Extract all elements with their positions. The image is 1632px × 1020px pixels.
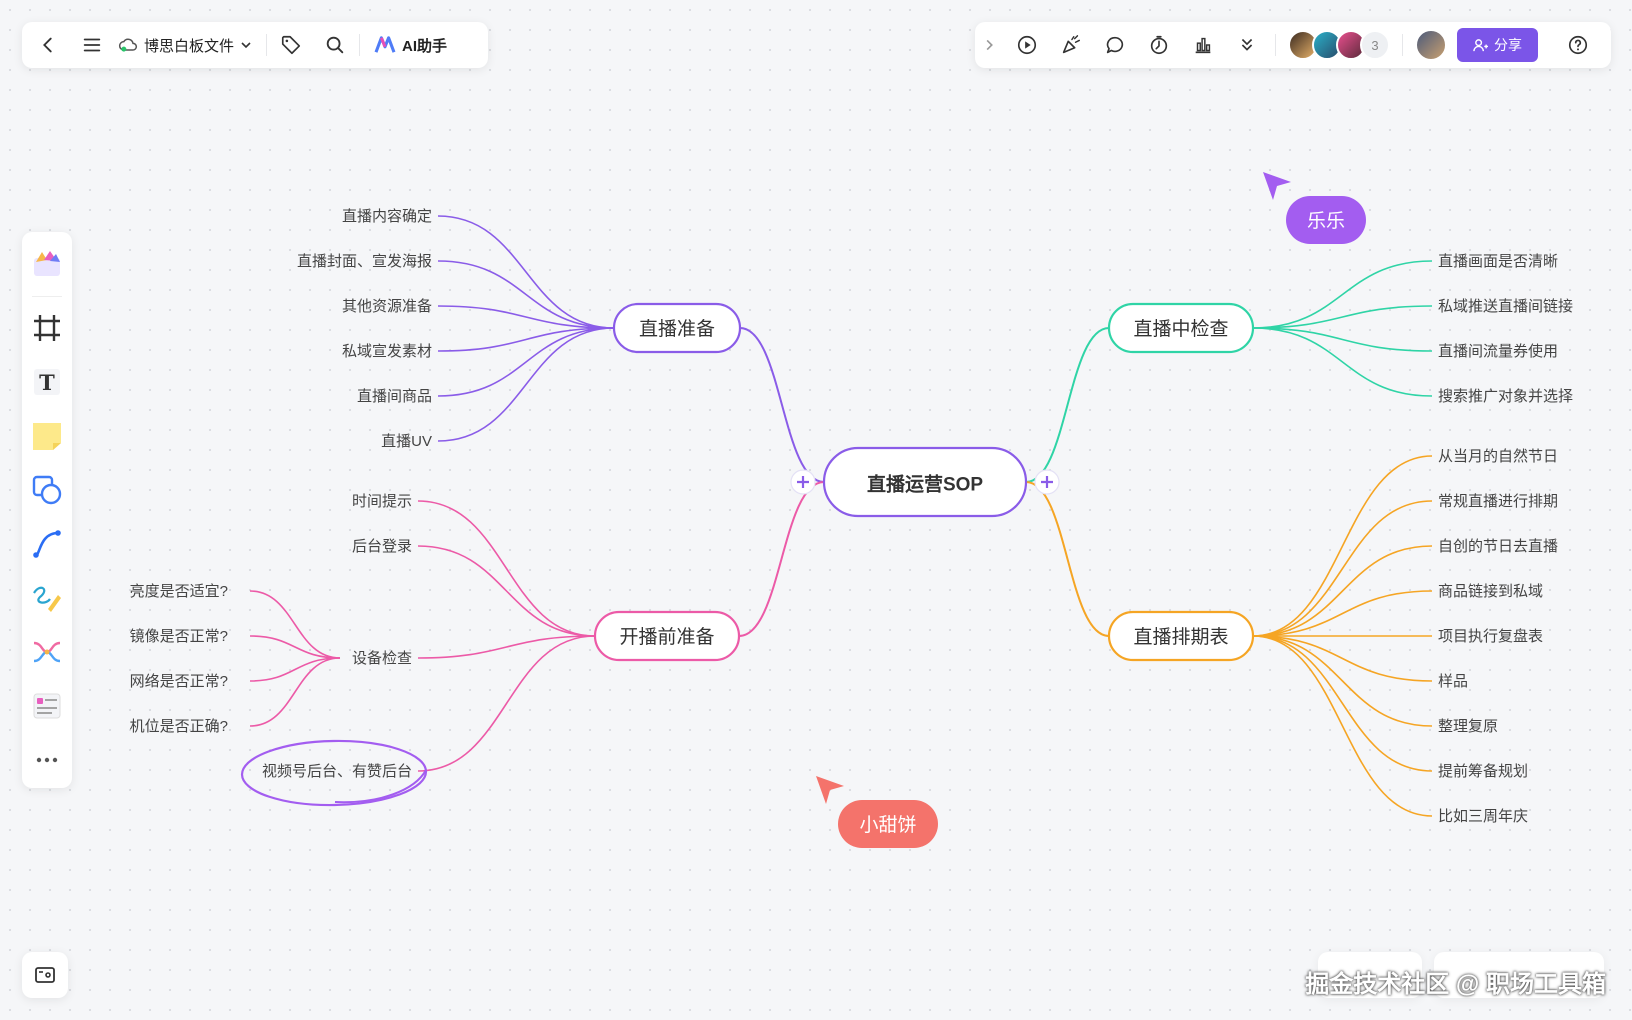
cursor-name-label: 小甜饼	[859, 814, 916, 836]
branch-leaf[interactable]: 整理复原	[1438, 717, 1498, 735]
expand-plus-button[interactable]	[1034, 469, 1060, 495]
branch-node-pre-live[interactable]: 开播前准备	[593, 610, 741, 662]
branch-node-pre-live-label: 开播前准备	[619, 626, 714, 648]
branch-leaf[interactable]: 项目执行复盘表	[1438, 627, 1543, 645]
connector-line	[1252, 545, 1433, 637]
branch-leaf[interactable]: 其他资源准备	[342, 298, 432, 315]
connector-line	[1252, 327, 1433, 352]
branch-leaf[interactable]: 样品	[1438, 673, 1468, 690]
connector-line	[417, 635, 596, 772]
sub-leaf[interactable]: 亮度是否适宜?	[130, 583, 228, 600]
sub-leaf[interactable]: 网络是否正常?	[130, 673, 228, 690]
branch-leaf[interactable]: 直播UV	[381, 433, 432, 450]
connector-line	[1025, 481, 1110, 637]
connector-line	[1252, 635, 1433, 772]
connector-line	[1252, 635, 1433, 727]
connector-line	[1252, 305, 1433, 329]
connector-line	[249, 590, 341, 659]
branch-leaf[interactable]: 自创的节日去直播	[1438, 538, 1558, 555]
branch-leaf[interactable]: 视频号后台、有赞后台	[262, 763, 412, 780]
watermark: 掘金技术社区 @ 职场工具箱	[1305, 971, 1606, 998]
branch-leaf[interactable]: 直播间商品	[357, 388, 432, 405]
branch-leaf[interactable]: 搜索推广对象并选择	[1438, 388, 1573, 405]
branch-leaf[interactable]: 直播间流量券使用	[1438, 343, 1558, 360]
branch-leaf[interactable]: 提前筹备规划	[1438, 763, 1528, 780]
branch-leaf[interactable]: 比如三周年庆	[1438, 808, 1528, 825]
expand-plus-button[interactable]	[790, 469, 816, 495]
branch-node-in-live-label: 直播中检查	[1133, 318, 1228, 340]
connector-line	[437, 327, 615, 442]
connector-line	[1252, 260, 1433, 329]
cursor-arrow-icon	[816, 776, 844, 804]
connector-line	[249, 657, 341, 682]
connector-line	[1252, 327, 1433, 397]
branch-leaf[interactable]: 私域宣发素材	[342, 343, 432, 360]
connector-line	[417, 635, 596, 659]
connector-line	[1252, 455, 1433, 637]
branch-node-schedule-label: 直播排期表	[1133, 626, 1228, 648]
whiteboard-canvas[interactable]: 直播内容确定直播封面、宣发海报其他资源准备私域宣发素材直播间商品直播UV 时间提示…	[0, 0, 1632, 1020]
branch-leaf[interactable]: 从当月的自然节日	[1438, 448, 1558, 465]
root-node[interactable]: 直播运营SOP	[822, 446, 1028, 518]
sub-leaf[interactable]: 机位是否正确?	[130, 718, 228, 735]
branch-node-in-live[interactable]: 直播中检查	[1107, 302, 1255, 354]
connector-line	[738, 481, 825, 637]
branch-leaf[interactable]: 直播封面、宣发海报	[297, 253, 432, 270]
cursor-name-label: 乐乐	[1307, 210, 1345, 232]
sub-leaf[interactable]: 镜像是否正常?	[130, 627, 228, 645]
connector-line	[1252, 635, 1433, 817]
connector-line	[417, 545, 596, 637]
branch-node-prep[interactable]: 直播准备	[612, 302, 742, 354]
branch-leaf[interactable]: 直播内容确定	[342, 208, 432, 225]
connector-line	[437, 215, 615, 329]
branch-leaf[interactable]: 设备检查	[352, 650, 412, 667]
connector-line	[249, 635, 341, 659]
connector-line	[1025, 327, 1110, 483]
branch-leaf[interactable]: 时间提示	[352, 493, 412, 510]
connector-line	[417, 500, 596, 637]
branch-leaf[interactable]: 常规直播进行排期	[1438, 493, 1558, 510]
branch-node-prep-label: 直播准备	[639, 318, 715, 340]
branch-leaf[interactable]: 商品链接到私域	[1438, 583, 1543, 600]
connector-line	[739, 327, 825, 483]
connector-line	[249, 657, 341, 727]
root-node-label: 直播运营SOP	[867, 472, 983, 495]
cursor-arrow-icon	[1263, 172, 1291, 200]
branch-leaf[interactable]: 私域推送直播间链接	[1438, 298, 1573, 315]
branch-node-schedule[interactable]: 直播排期表	[1107, 610, 1255, 662]
branch-leaf[interactable]: 直播画面是否清晰	[1438, 253, 1558, 270]
collaborator-cursor: 小甜饼	[816, 776, 938, 848]
connector-line	[1252, 500, 1433, 637]
collaborator-cursor: 乐乐	[1263, 172, 1366, 244]
branch-leaf[interactable]: 后台登录	[352, 538, 412, 555]
mindmap-nodes: 直播内容确定直播封面、宣发海报其他资源准备私域宣发素材直播间商品直播UV 时间提示…	[130, 208, 1573, 825]
